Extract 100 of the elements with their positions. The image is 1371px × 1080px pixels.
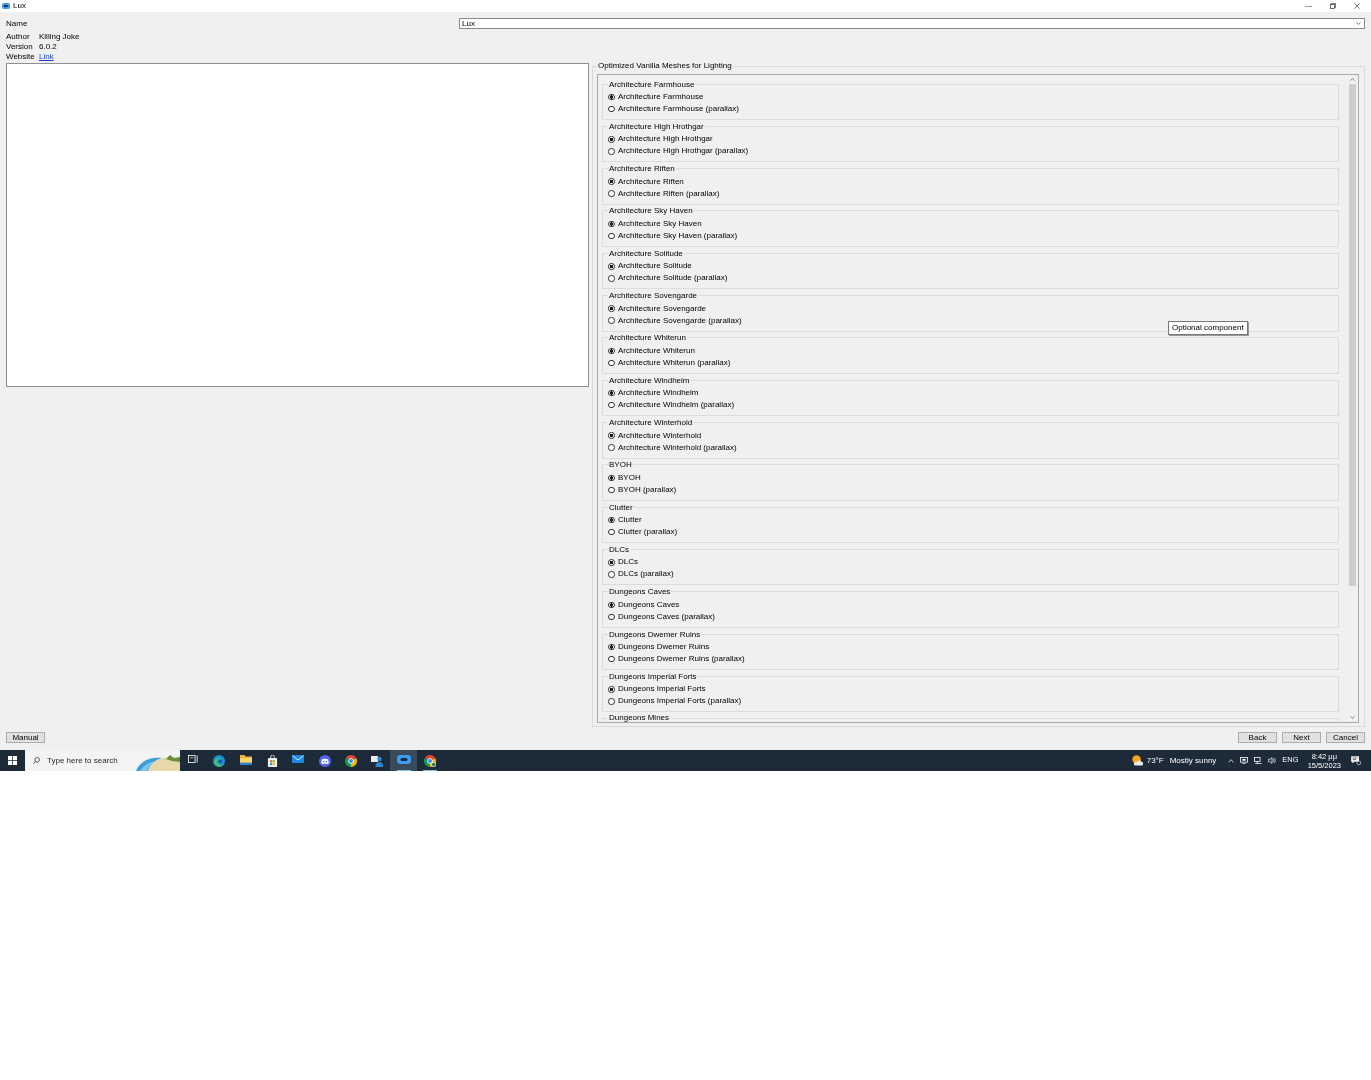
radio-button[interactable]: [608, 232, 615, 240]
panel-title: Optimized Vanilla Meshes for Lighting: [597, 62, 733, 70]
scrollbar-thumb[interactable]: [1348, 84, 1356, 586]
group-title: Architecture Windhelm: [608, 375, 691, 385]
option-label: DLCs (parallax): [618, 569, 674, 580]
option-label: Architecture Solitude (parallax): [618, 273, 728, 284]
minimize-icon[interactable]: [1305, 5, 1312, 7]
option-label: Architecture Windhelm: [618, 388, 699, 399]
website-link[interactable]: Link: [39, 51, 80, 61]
option-label: Architecture Sky Haven (parallax): [618, 230, 738, 241]
cancel-button[interactable]: Cancel: [1326, 732, 1365, 743]
radio-button[interactable]: [608, 275, 615, 282]
scroll-down-icon[interactable]: [1349, 716, 1355, 719]
manual-button[interactable]: Manual: [6, 732, 45, 743]
segmented-circle-icon[interactable]: [423, 754, 436, 767]
person-at-screen-icon[interactable]: [371, 754, 384, 767]
beach-illustration: [136, 755, 180, 771]
field-value: 6.0.2: [39, 41, 58, 51]
radio-button[interactable]: [608, 263, 615, 270]
radio-button[interactable]: [608, 148, 615, 155]
option-label: Architecture Farmhouse: [618, 92, 704, 102]
back-button[interactable]: Back: [1238, 732, 1277, 743]
group-title: Dungeons Imperial Forts: [608, 671, 698, 681]
field-label: Website: [6, 51, 36, 61]
group-title: DLCs: [608, 544, 630, 554]
sun-cloud-icon[interactable]: [1131, 755, 1143, 766]
swirl-icon[interactable]: [213, 754, 226, 767]
network-icon[interactable]: [1254, 757, 1263, 764]
radio-button[interactable]: [608, 389, 615, 397]
round-chat-icon[interactable]: [318, 754, 331, 767]
field-label: Author: [6, 31, 31, 41]
folder-icon[interactable]: [239, 754, 252, 765]
weather-temperature[interactable]: 73°F: [1146, 755, 1164, 766]
close-icon[interactable]: [1354, 3, 1360, 9]
option-label: Architecture Winterhold (parallax): [618, 442, 737, 453]
radio-button[interactable]: [608, 486, 615, 494]
option-label: Clutter: [618, 515, 642, 526]
option-label: Clutter (parallax): [618, 527, 678, 538]
search-field[interactable]: Type here to search: [47, 754, 133, 767]
app-icon[interactable]: [396, 754, 411, 764]
option-label: Architecture Sovengarde (parallax): [618, 315, 742, 326]
screen-icon[interactable]: [1240, 757, 1249, 764]
envelope-icon[interactable]: [292, 754, 305, 763]
radio-button[interactable]: [608, 178, 615, 185]
radio-button[interactable]: [608, 686, 615, 693]
radio-button[interactable]: [608, 698, 615, 705]
radio-button[interactable]: [608, 516, 615, 524]
group-title: Dungeons Dwemer Ruins: [608, 629, 702, 639]
radio-button[interactable]: [608, 432, 615, 439]
restore-icon[interactable]: [1330, 3, 1336, 9]
group-title: Architecture Sovengarde: [608, 291, 699, 301]
notification-icon[interactable]: [1351, 756, 1361, 765]
option-label: Architecture Whiterun (parallax): [618, 357, 731, 368]
name-dropdown[interactable]: Lux: [459, 18, 1365, 29]
next-button[interactable]: Next: [1282, 732, 1321, 743]
radio-button[interactable]: [608, 444, 615, 451]
weather-condition[interactable]: Mostly sunny: [1169, 755, 1217, 766]
radio-button[interactable]: [608, 601, 615, 608]
window-title: Lux: [13, 1, 26, 11]
radio-button[interactable]: [608, 401, 615, 409]
shopping-bag-icon[interactable]: [266, 754, 278, 767]
chevron-up-icon[interactable]: [1228, 758, 1235, 763]
radio-button[interactable]: [608, 655, 615, 663]
field-label: Version: [6, 41, 34, 51]
radio-button[interactable]: [608, 613, 615, 620]
radio-button[interactable]: [608, 359, 615, 367]
taskbar-button[interactable]: [390, 750, 417, 771]
option-label: Architecture Riften: [618, 176, 684, 187]
option-label: Architecture Sovengarde: [618, 303, 707, 314]
radio-button[interactable]: [608, 528, 615, 536]
radio-button[interactable]: [608, 305, 615, 312]
radio-button[interactable]: [608, 317, 615, 324]
app-icon: [2, 3, 10, 9]
radio-button[interactable]: [608, 93, 615, 101]
group-title: Architecture Riften: [608, 164, 676, 174]
option-label: DLCs: [618, 557, 638, 568]
radio-button[interactable]: [608, 136, 615, 143]
radio-button[interactable]: [608, 347, 615, 355]
radio-button[interactable]: [608, 190, 615, 197]
segmented-circle-icon[interactable]: [344, 754, 357, 767]
radio-button[interactable]: [608, 643, 615, 651]
radio-button[interactable]: [608, 571, 615, 578]
option-label: Dungeons Imperial Forts: [618, 684, 706, 695]
group-title: Architecture Whiterun: [608, 333, 687, 343]
option-label: Dungeons Imperial Forts (parallax): [618, 696, 742, 707]
chevron-down-icon: [1356, 22, 1361, 25]
option-label: Dungeons Caves (parallax): [618, 611, 715, 622]
volume-icon[interactable]: [1268, 757, 1277, 764]
task-view-icon[interactable]: [188, 754, 199, 763]
radio-button[interactable]: [608, 474, 615, 482]
option-label: Architecture Riften (parallax): [618, 188, 720, 199]
search-icon: [33, 757, 40, 764]
radio-button[interactable]: [608, 220, 615, 228]
start-icon[interactable]: [8, 756, 17, 765]
group-title: Clutter: [608, 502, 634, 512]
group-title: Architecture Winterhold: [608, 418, 694, 427]
radio-button[interactable]: [608, 559, 615, 566]
radio-button[interactable]: [608, 105, 615, 113]
search-bar[interactable]: Type here to search: [25, 750, 180, 771]
scroll-up-icon[interactable]: [1349, 78, 1355, 81]
